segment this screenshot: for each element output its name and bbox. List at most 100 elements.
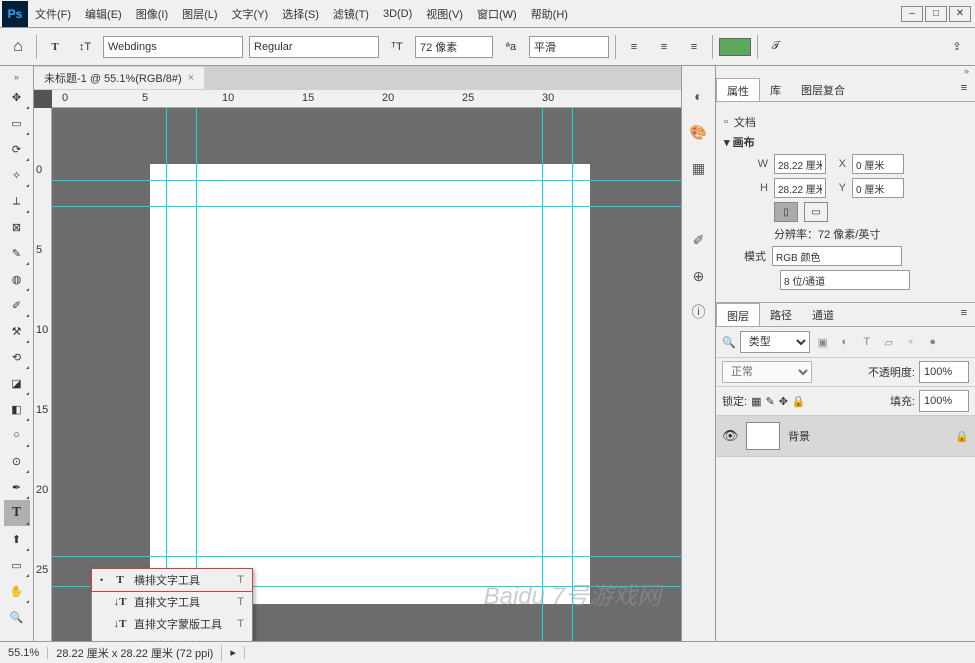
layer-filter-type[interactable]: 类型 [740, 331, 810, 353]
guide[interactable] [166, 108, 167, 641]
text-color-swatch[interactable] [719, 38, 751, 56]
color-panel-icon[interactable]: ◐ [689, 86, 709, 106]
lock-trans-icon[interactable]: ▦ [751, 395, 761, 408]
move-tool[interactable]: ✥ [4, 84, 30, 110]
color-mode-select[interactable] [772, 246, 902, 266]
guide[interactable] [52, 206, 681, 207]
align-center[interactable]: ≡ [652, 35, 676, 59]
lock-all-icon[interactable]: 🔒 [792, 395, 806, 408]
guide[interactable] [572, 108, 573, 641]
pen-tool[interactable]: ✒ [4, 474, 30, 500]
warp-text[interactable]: 𝒯 [764, 35, 788, 59]
brush-tool[interactable]: ✐ [4, 292, 30, 318]
panel-menu-icon[interactable]: ≡ [953, 78, 975, 101]
vertical-type-mask-tool[interactable]: ↓T 直排文字蒙版工具T [92, 613, 252, 635]
menu-type[interactable]: 文字(Y) [225, 6, 276, 22]
gradients-panel-icon[interactable]: ▦ [689, 158, 709, 178]
opacity-input[interactable] [919, 361, 969, 383]
lasso-tool[interactable]: ⟳ [4, 136, 30, 162]
close-tab-icon[interactable]: × [188, 72, 194, 84]
menu-select[interactable]: 选择(S) [275, 6, 326, 22]
menu-help[interactable]: 帮助(H) [524, 6, 575, 22]
eraser-tool[interactable]: ◪ [4, 370, 30, 396]
filter-smart-icon[interactable]: ▫ [902, 333, 920, 351]
tab-library[interactable]: 库 [760, 78, 791, 101]
height-input[interactable] [774, 178, 826, 198]
filter-adjust-icon[interactable]: ◐ [836, 333, 854, 351]
canvas[interactable] [52, 108, 681, 641]
horizontal-type-tool[interactable]: •T 横排文字工具T [92, 569, 252, 591]
lock-paint-icon[interactable]: ✎ [765, 395, 774, 408]
align-right[interactable]: ≡ [682, 35, 706, 59]
menu-file[interactable]: 文件(F) [28, 6, 78, 22]
frame-tool[interactable]: ⊠ [4, 214, 30, 240]
swatches-panel-icon[interactable]: 🎨 [689, 122, 709, 142]
adjustments-panel-icon[interactable]: ⊕ [689, 266, 709, 286]
menu-window[interactable]: 窗口(W) [470, 6, 524, 22]
tab-layercomps[interactable]: 图层复合 [791, 78, 855, 101]
expand-tools[interactable]: » [14, 72, 19, 84]
brush-panel-icon[interactable]: ✐ [689, 230, 709, 250]
hand-tool[interactable]: ✋ [4, 578, 30, 604]
visibility-icon[interactable]: 👁 [722, 428, 738, 444]
orientation-landscape[interactable]: ▭ [804, 202, 828, 222]
menu-3d[interactable]: 3D(D) [376, 8, 419, 20]
document-dimensions[interactable]: 28.22 厘米 x 28.22 厘米 (72 ppi) [48, 645, 222, 661]
info-panel-icon[interactable]: ⓘ [689, 302, 709, 322]
orientation-portrait[interactable]: ▯ [774, 202, 798, 222]
filter-shape-icon[interactable]: ▱ [880, 333, 898, 351]
crop-tool[interactable]: ⟂ [4, 188, 30, 214]
layer-thumbnail[interactable] [746, 422, 780, 450]
share-icon[interactable]: ⇪ [945, 35, 969, 59]
guide[interactable] [542, 108, 543, 641]
filter-pixel-icon[interactable]: ▣ [814, 333, 832, 351]
guide[interactable] [196, 108, 197, 641]
tab-layers[interactable]: 图层 [716, 303, 760, 326]
menu-edit[interactable]: 编辑(E) [78, 6, 129, 22]
filter-toggle-icon[interactable]: ● [924, 333, 942, 351]
gradient-tool[interactable]: ◧ [4, 396, 30, 422]
type-tool[interactable]: T [4, 500, 30, 526]
window-max[interactable]: □ [925, 6, 947, 22]
font-family-select[interactable] [103, 36, 243, 58]
fill-input[interactable] [919, 390, 969, 412]
menu-image[interactable]: 图像(I) [129, 6, 175, 22]
vertical-type-tool[interactable]: ↓T 直排文字工具T [92, 591, 252, 613]
width-input[interactable] [774, 154, 826, 174]
align-left[interactable]: ≡ [622, 35, 646, 59]
type-tool-preset[interactable]: T [43, 35, 67, 59]
tab-paths[interactable]: 路径 [760, 303, 802, 326]
guide[interactable] [52, 556, 681, 557]
blur-tool[interactable]: ○ [4, 422, 30, 448]
y-input[interactable] [852, 178, 904, 198]
font-size-select[interactable] [415, 36, 493, 58]
x-input[interactable] [852, 154, 904, 174]
menu-filter[interactable]: 滤镜(T) [326, 6, 376, 22]
bit-depth-select[interactable] [780, 270, 910, 290]
font-style-select[interactable] [249, 36, 379, 58]
healing-tool[interactable]: ◍ [4, 266, 30, 292]
layer-name[interactable]: 背景 [788, 428, 810, 444]
ruler-horizontal[interactable]: 0 5 10 15 20 25 30 [52, 90, 681, 108]
path-select-tool[interactable]: ⬆ [4, 526, 30, 552]
window-min[interactable]: – [901, 6, 923, 22]
horizontal-type-mask-tool[interactable]: T 横排文字蒙版工具T [92, 635, 252, 641]
text-orientation[interactable]: ↕T [73, 35, 97, 59]
filter-type-icon[interactable]: T [858, 333, 876, 351]
ruler-vertical[interactable]: 0 5 10 15 20 25 [34, 108, 52, 641]
menu-layer[interactable]: 图层(L) [175, 6, 224, 22]
document-tab[interactable]: 未标题-1 @ 55.1%(RGB/8#) × [34, 67, 204, 89]
dodge-tool[interactable]: ⊙ [4, 448, 30, 474]
blend-mode-select[interactable]: 正常 [722, 361, 812, 383]
zoom-level[interactable]: 55.1% [0, 647, 48, 659]
shape-tool[interactable]: ▭ [4, 552, 30, 578]
status-more[interactable]: ▸ [222, 646, 245, 659]
marquee-tool[interactable]: ▭ [4, 110, 30, 136]
wand-tool[interactable]: ✧ [4, 162, 30, 188]
lock-pos-icon[interactable]: ✥ [779, 395, 788, 408]
history-brush[interactable]: ⟲ [4, 344, 30, 370]
layers-menu-icon[interactable]: ≡ [953, 303, 975, 326]
layer-background[interactable]: 👁 背景 🔒 [716, 416, 975, 457]
zoom-tool[interactable]: 🔍 [4, 604, 30, 630]
canvas-section[interactable]: ▾ 画布 [724, 134, 967, 150]
